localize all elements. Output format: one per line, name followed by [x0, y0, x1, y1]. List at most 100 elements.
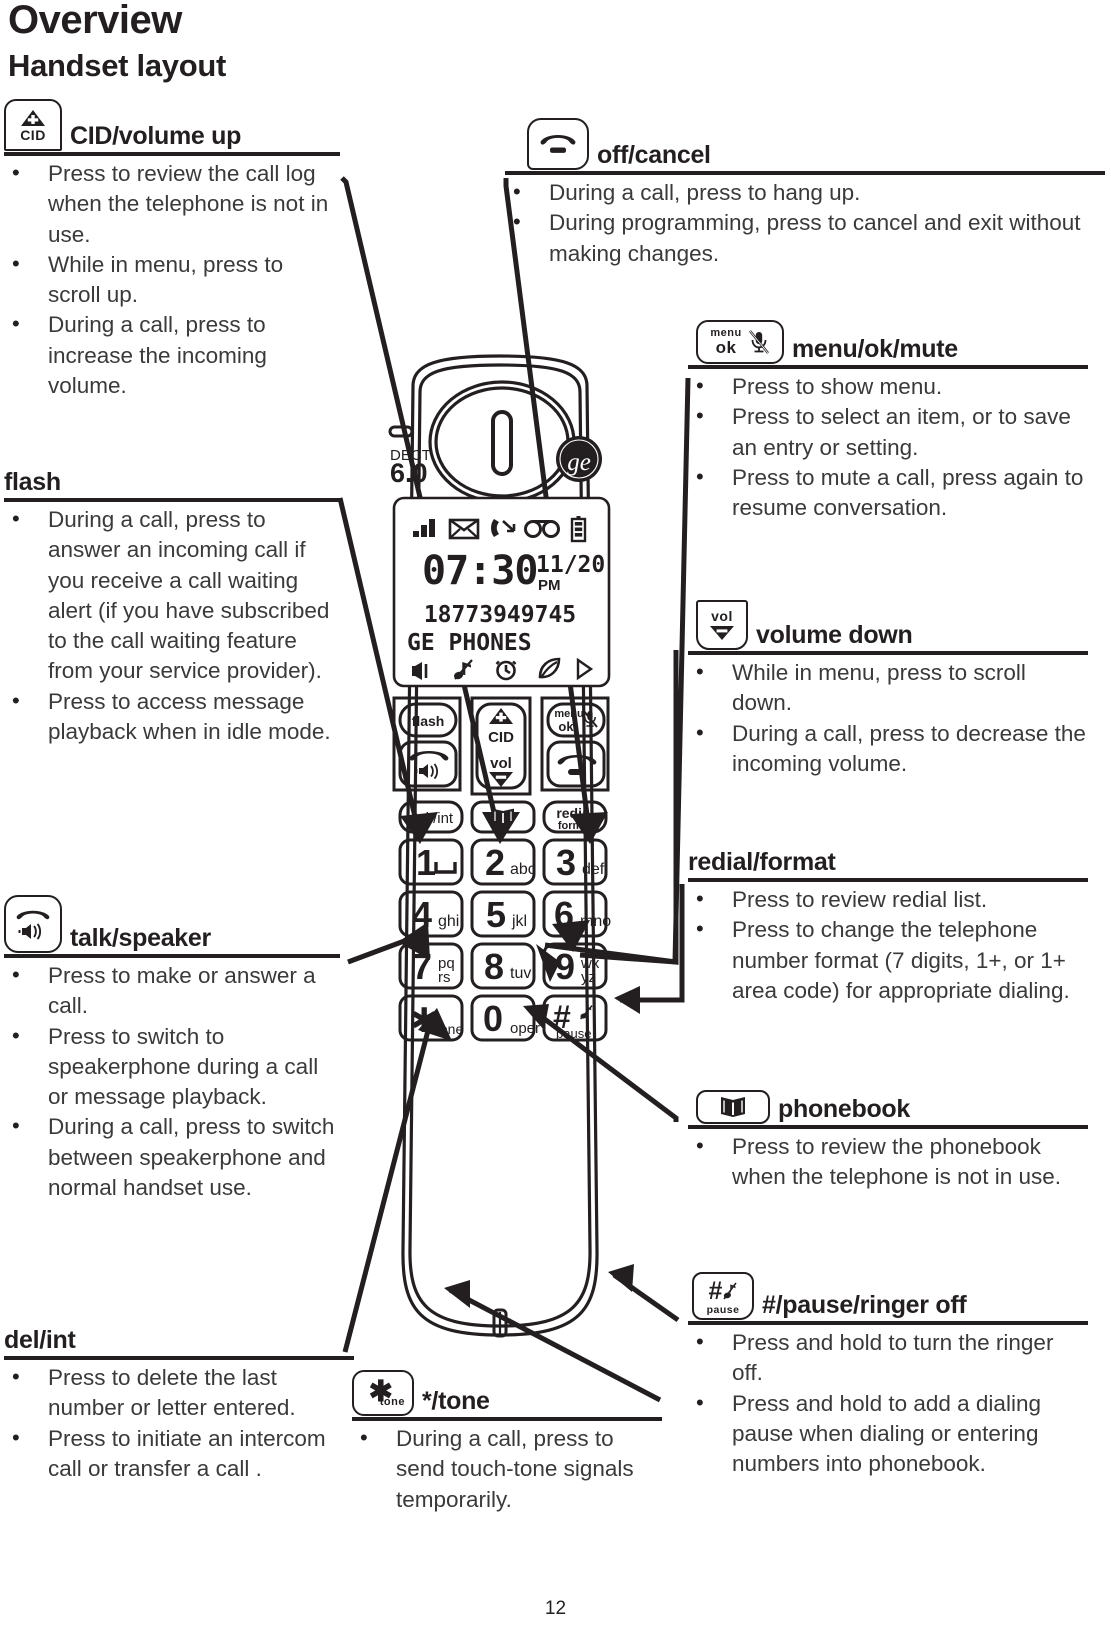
- svg-text:pause: pause: [556, 1026, 591, 1041]
- list-item: During a call, press to decrease the inc…: [688, 718, 1088, 780]
- svg-text:7: 7: [412, 946, 432, 987]
- svg-text:abc: abc: [510, 861, 536, 878]
- callout-bullets: During a call, press to hang up. During …: [505, 175, 1105, 269]
- manual-page: Overview Handset layout CID CID/volume u…: [0, 0, 1111, 1628]
- svg-text:3: 3: [556, 842, 576, 883]
- list-item: Press to switch to speakerphone during a…: [4, 1021, 340, 1113]
- handset-down-icon: [540, 135, 576, 153]
- list-item: Press to show menu.: [688, 371, 1088, 402]
- callout-title: CID/volume up: [70, 122, 242, 150]
- svg-text:ghi: ghi: [438, 913, 459, 930]
- off-cancel-key-icon: [527, 118, 589, 170]
- lcd-caller-number: 18773949745: [424, 602, 576, 628]
- phonebook-key-glyph: [492, 808, 514, 825]
- callout-title: volume down: [756, 621, 913, 649]
- list-item: Press to review the phonebook when the t…: [688, 1131, 1088, 1193]
- svg-text:def: def: [582, 861, 605, 878]
- vol-key-text: vol: [490, 755, 512, 772]
- list-item: Press to select an item, or to save an e…: [688, 401, 1088, 463]
- callout-off-cancel: off/cancel During a call, press to hang …: [505, 108, 1105, 269]
- list-item: Press to initiate an intercom call or tr…: [4, 1423, 354, 1485]
- callout-redial-format: redial/format Press to review redial lis…: [688, 835, 1088, 1006]
- callout-title: flash: [4, 468, 61, 496]
- callout-title: redial/format: [688, 848, 836, 876]
- phonebook-key-icon: [696, 1090, 770, 1124]
- svg-text:tuv: tuv: [510, 965, 531, 982]
- cid-key-glyph: [489, 708, 513, 724]
- handset-illustration: DECT 6.0 ge 07:30 11/20 PM 18773949745 G…: [350, 350, 650, 1390]
- callout-bullets: Press to review the call log when the te…: [4, 156, 340, 401]
- vol-key-label: vol: [711, 608, 733, 624]
- callout-title: talk/speaker: [70, 924, 211, 952]
- callout-del-int: del/int Press to delete the last number …: [4, 1315, 354, 1484]
- svg-text:9: 9: [555, 946, 575, 987]
- list-item: During programming, press to cancel and …: [505, 207, 1105, 269]
- svg-text:tone: tone: [436, 1021, 463, 1037]
- callout-bullets: Press to review redial list. Press to ch…: [688, 882, 1088, 1006]
- page-title: Overview: [8, 0, 182, 42]
- pause-ringer-key-icon: # pause: [692, 1272, 754, 1320]
- cid-key-icon: CID: [4, 99, 62, 151]
- svg-text:rs: rs: [438, 969, 451, 986]
- svg-text:1: 1: [416, 842, 436, 883]
- lcd-caller-name: GE PHONES: [407, 630, 532, 656]
- ge-logo: ge: [556, 436, 602, 482]
- cid-key-label: CID: [20, 127, 46, 143]
- list-item: While in menu, press to scroll down.: [688, 657, 1088, 719]
- callout-talk-speaker: talk/speaker Press to make or answer a c…: [4, 885, 340, 1203]
- list-item: While in menu, press to scroll up.: [4, 249, 340, 311]
- menu-ok-mute-key-icon: menu ok: [696, 320, 784, 364]
- lcd-date: 11/20: [536, 552, 605, 578]
- callout-volume-down: vol volume down While in menu, press to …: [688, 588, 1088, 779]
- svg-text:2: 2: [485, 842, 505, 883]
- callout-title: off/cancel: [597, 141, 711, 169]
- crossed-music-note-icon: [723, 1282, 738, 1300]
- open-book-icon: [721, 1097, 745, 1117]
- svg-text:ge: ge: [567, 449, 591, 476]
- list-item: Press to delete the last number or lette…: [4, 1362, 354, 1424]
- handset-speaker-icon: [16, 910, 50, 940]
- callout-title: */tone: [422, 1387, 490, 1415]
- vol-down-key-glyph: [489, 772, 513, 787]
- callout-bullets: Press and hold to turn the ringer off. P…: [688, 1325, 1088, 1479]
- callout-bullets: Press to make or answer a call. Press to…: [4, 958, 340, 1203]
- keypad: 1 2 abc 3 def 4 ghi 5 jkl 6 mno 7 pq rs …: [398, 838, 611, 1042]
- svg-text:5: 5: [486, 894, 506, 935]
- del-int-key-label: del /int: [409, 810, 454, 827]
- pause-key-label: pause: [706, 1303, 740, 1316]
- callout-bullets: While in menu, press to scroll down. Dur…: [688, 655, 1088, 779]
- list-item: Press and hold to turn the ringer off.: [688, 1327, 1088, 1389]
- lcd-ampm: PM: [538, 577, 561, 594]
- down-triangle-minus-icon: [710, 626, 734, 640]
- list-item: Press to mute a call, press again to res…: [688, 462, 1088, 524]
- callout-bullets: Press to delete the last number or lette…: [4, 1360, 354, 1484]
- callout-title: menu/ok/mute: [792, 335, 958, 363]
- callout-flash: flash During a call, press to answer an …: [4, 455, 340, 747]
- dect-label-line2: 6.0: [390, 458, 428, 488]
- callout-title: phonebook: [778, 1095, 911, 1123]
- callout-bullets: During a call, press to send touch-tone …: [352, 1421, 662, 1515]
- redial-key-label: redial: [556, 805, 593, 821]
- list-item: Press to access message playback when in…: [4, 686, 340, 748]
- callout-title: #/pause/ringer off: [762, 1291, 967, 1319]
- list-item: During a call, press to send touch-tone …: [352, 1423, 662, 1515]
- list-item: Press to make or answer a call.: [4, 960, 340, 1022]
- callout-title: del/int: [4, 1326, 76, 1354]
- list-item: During a call, press to hang up.: [505, 177, 1105, 208]
- list-item: Press to review redial list.: [688, 884, 1088, 915]
- page-subtitle: Handset layout: [8, 48, 227, 83]
- menu-key-label-bottom: ok: [715, 338, 737, 357]
- list-item: During a call, press to switch between s…: [4, 1111, 340, 1203]
- callout-cid-volume-up: CID CID/volume up Press to review the ca…: [4, 99, 340, 401]
- svg-text:oper: oper: [510, 1020, 540, 1037]
- svg-text:0: 0: [483, 998, 503, 1039]
- cid-key-text: CID: [488, 729, 514, 746]
- list-item: During a call, press to increase the inc…: [4, 309, 340, 401]
- page-number: 12: [544, 1598, 567, 1619]
- volume-down-key-icon: vol: [696, 600, 748, 650]
- ok-key-text: ok: [558, 719, 574, 734]
- svg-text:jkl: jkl: [511, 913, 527, 930]
- up-triangle-plus-icon: [21, 110, 45, 126]
- svg-text:4: 4: [412, 894, 432, 935]
- lcd-time: 07:30: [422, 548, 537, 594]
